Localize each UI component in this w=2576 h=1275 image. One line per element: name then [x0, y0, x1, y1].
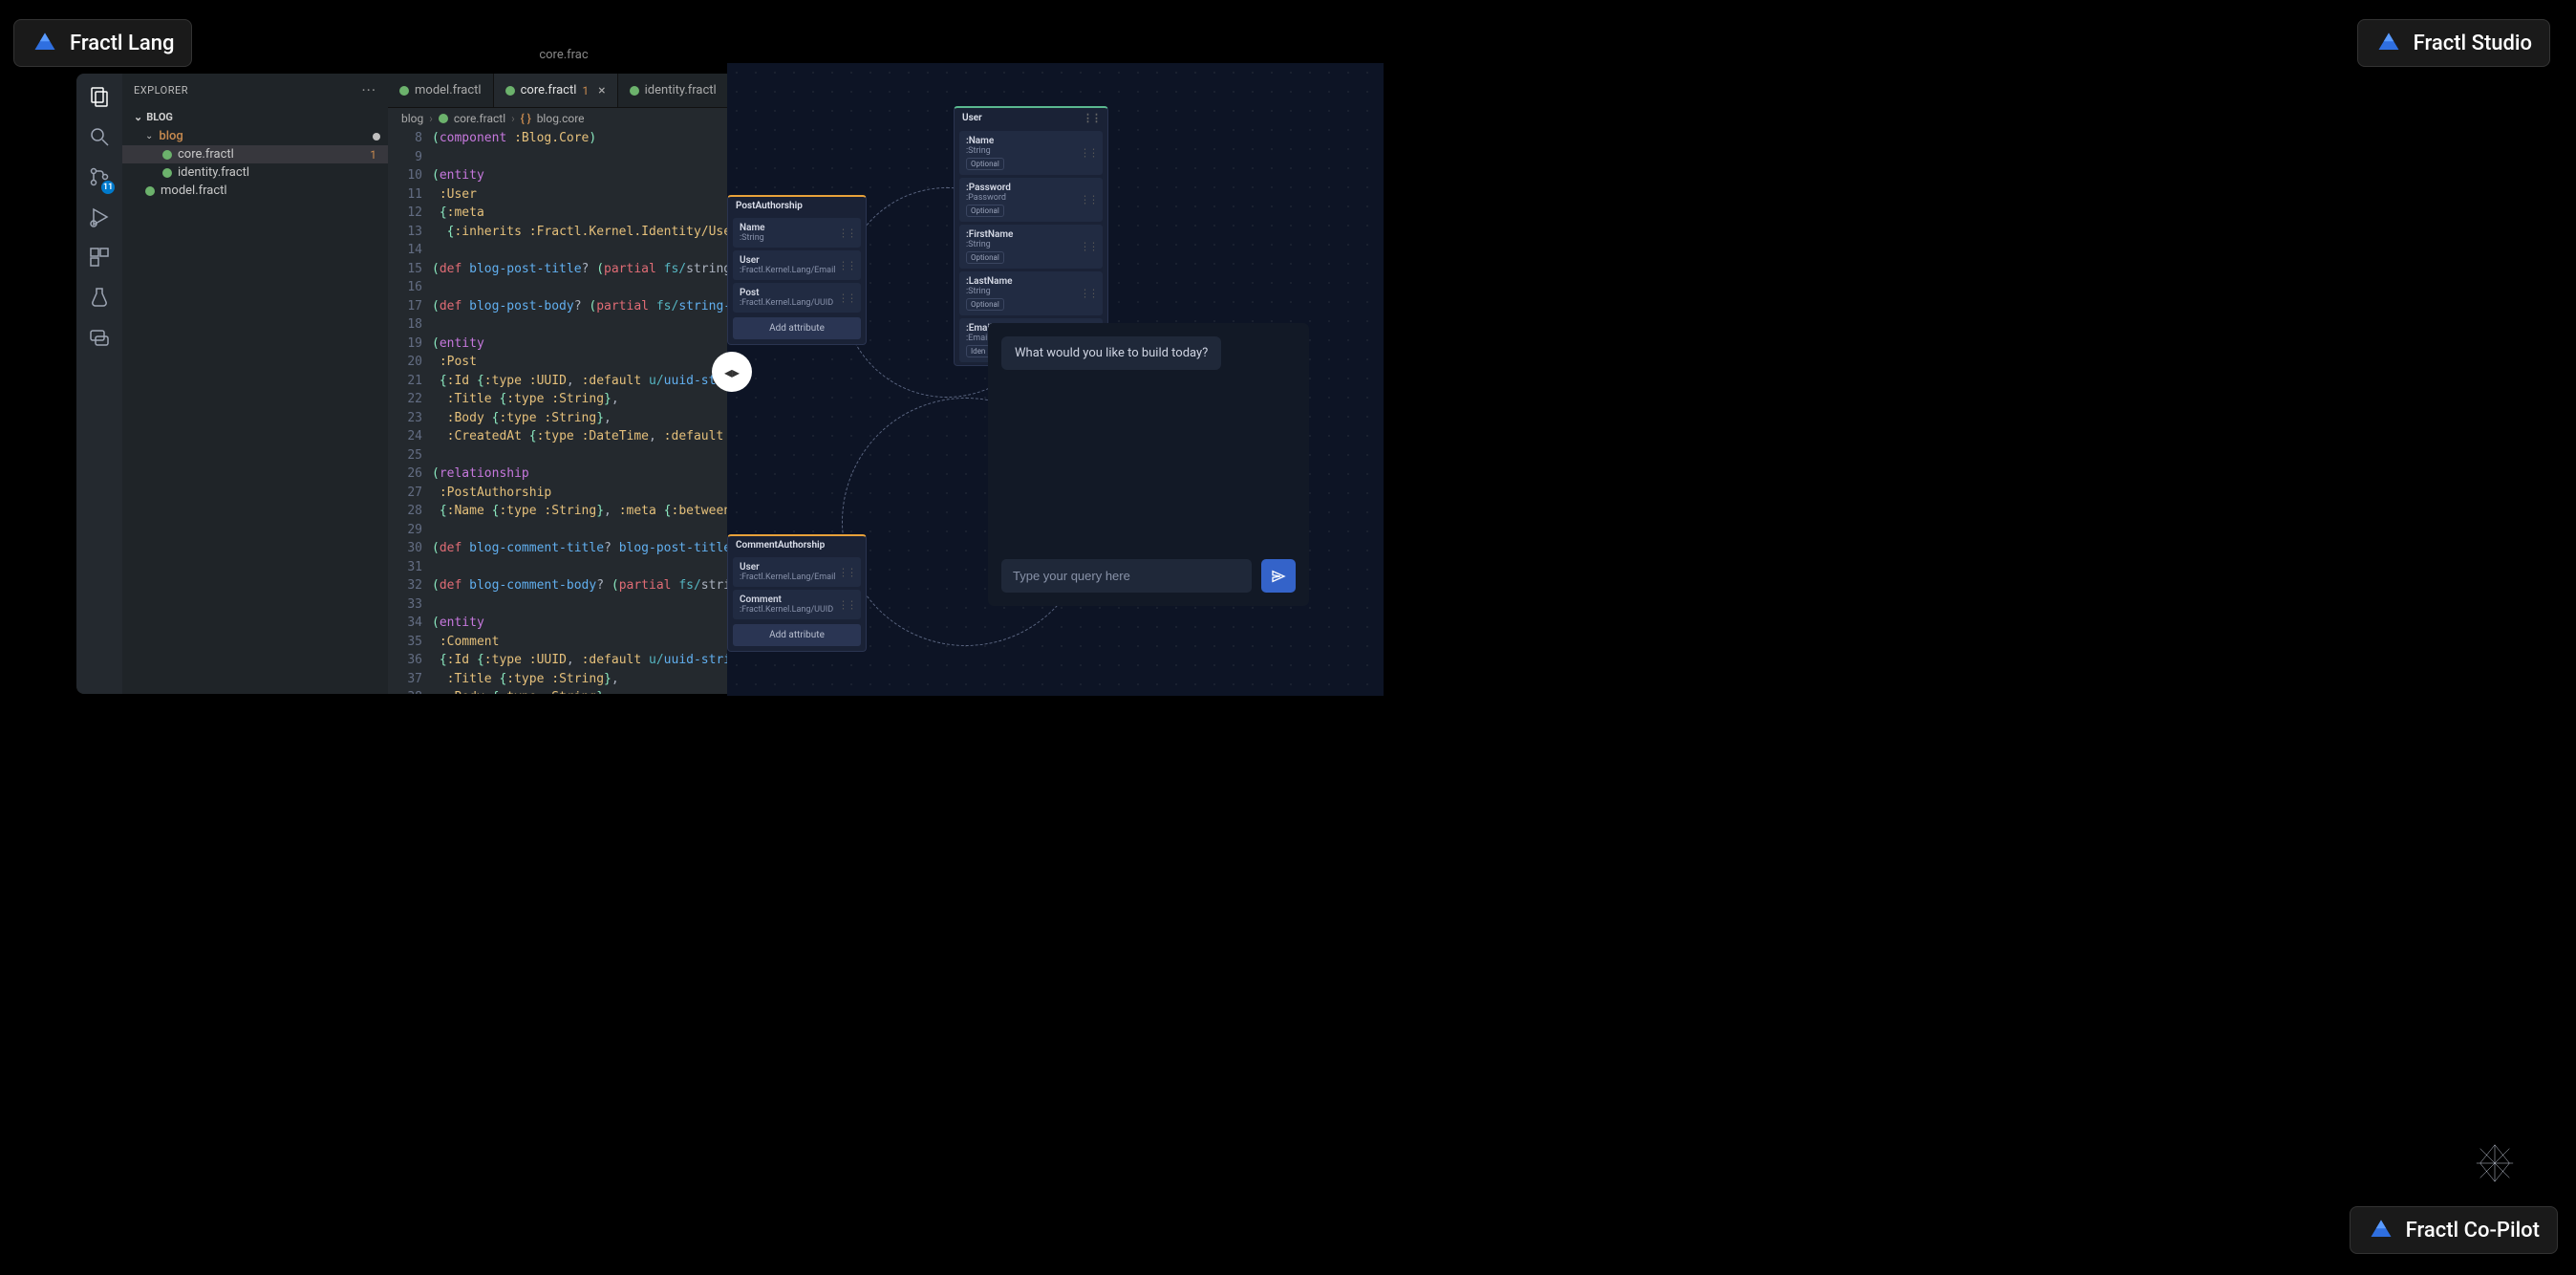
attr-row[interactable]: Post:Fractl.Kernel.Lang/UUID⋮⋮	[733, 283, 861, 313]
drag-icon[interactable]: ⋮⋮	[1083, 112, 1100, 124]
card-post-authorship[interactable]: PostAuthorship Name:String⋮⋮ User:Fractl…	[727, 195, 867, 345]
chat-send-button[interactable]	[1261, 559, 1296, 593]
extensions-icon[interactable]	[86, 244, 113, 270]
explorer-title: EXPLORER	[134, 84, 188, 97]
tree-file-core[interactable]: core.fractl 1	[122, 145, 388, 163]
drag-icon[interactable]: ⋮⋮	[838, 566, 855, 578]
split-arrows-icon: ◂▸	[724, 363, 740, 381]
drag-icon[interactable]: ⋮⋮	[838, 292, 855, 304]
workspace-name: BLOG	[146, 111, 173, 123]
add-attribute-button[interactable]: Add attribute	[733, 624, 861, 646]
fractl-logo-icon	[32, 30, 58, 56]
file-icon	[505, 86, 515, 96]
tree-file-model[interactable]: model.fractl	[122, 182, 388, 200]
chevron-down-icon: ⌄	[145, 131, 153, 141]
tab-core[interactable]: core.fractl1×	[494, 74, 618, 107]
search-icon[interactable]	[86, 123, 113, 150]
file-icon	[162, 168, 172, 178]
tree-folder-blog[interactable]: ⌄ blog	[122, 127, 388, 145]
send-icon	[1271, 569, 1286, 584]
tab-identity[interactable]: identity.fractl	[618, 74, 729, 107]
namespace-icon: { }	[521, 112, 531, 125]
label-fractl-studio: Fractl Studio	[2357, 19, 2550, 67]
explorer-icon[interactable]	[86, 83, 113, 110]
activity-bar: 11	[76, 74, 122, 694]
tree-file-identity[interactable]: identity.fractl	[122, 163, 388, 182]
run-debug-icon[interactable]	[86, 204, 113, 230]
attr-row[interactable]: :FirstName:StringOptional⋮⋮	[959, 225, 1103, 269]
copilot-chat-panel: What would you like to build today?	[988, 323, 1309, 606]
drag-icon[interactable]: ⋮⋮	[838, 259, 855, 271]
attr-row[interactable]: Comment:Fractl.Kernel.Lang/UUID⋮⋮	[733, 590, 861, 619]
close-icon[interactable]: ×	[598, 83, 605, 98]
label-fractl-copilot: Fractl Co-Pilot	[2350, 1206, 2558, 1254]
chat-input[interactable]	[1001, 559, 1252, 593]
file-icon	[439, 114, 448, 123]
file-icon	[162, 150, 172, 160]
drag-icon[interactable]: ⋮⋮	[1080, 288, 1097, 300]
attr-row[interactable]: :Name:StringOptional⋮⋮	[959, 131, 1103, 175]
add-attribute-button[interactable]: Add attribute	[733, 317, 861, 339]
drag-icon[interactable]: ⋮⋮	[1080, 241, 1097, 253]
chat-icon[interactable]	[86, 324, 113, 351]
drag-icon[interactable]: ⋮⋮	[838, 227, 855, 239]
window-title: core.frac	[401, 48, 726, 62]
file-tree: ⌄ blog core.fractl 1 identity.fractl mod…	[122, 127, 388, 200]
pane-splitter-handle[interactable]: ◂▸	[712, 352, 752, 392]
explorer-sidebar: EXPLORER ··· ⌄ BLOG ⌄ blog core.fractl 1 …	[122, 74, 388, 694]
source-control-icon[interactable]: 11	[86, 163, 113, 190]
explorer-more-icon[interactable]: ···	[361, 81, 376, 99]
drag-icon[interactable]: ⋮⋮	[1080, 147, 1097, 160]
fractl-logo-icon	[2368, 1217, 2394, 1243]
attr-row[interactable]: User:Fractl.Kernel.Lang/Email⋮⋮	[733, 557, 861, 587]
drag-icon[interactable]: ⋮⋮	[1080, 194, 1097, 206]
drag-icon[interactable]: ⋮⋮	[838, 598, 855, 611]
label-fractl-lang: Fractl Lang	[13, 19, 192, 67]
attr-row[interactable]: Name:String⋮⋮	[733, 218, 861, 248]
line-gutter: 8910111213141516171819202122232425262728…	[388, 129, 432, 694]
card-comment-authorship[interactable]: CommentAuthorship User:Fractl.Kernel.Lan…	[727, 534, 867, 652]
ai-sparkle-icon[interactable]	[2473, 1141, 2517, 1185]
test-icon[interactable]	[86, 284, 113, 311]
attr-row[interactable]: :Password:PasswordOptional⋮⋮	[959, 178, 1103, 222]
fractl-logo-icon	[2375, 30, 2402, 56]
file-icon	[145, 186, 155, 196]
modified-dot-icon	[373, 133, 380, 140]
attr-row[interactable]: :LastName:StringOptional⋮⋮	[959, 271, 1103, 315]
attr-row[interactable]: User:Fractl.Kernel.Lang/Email⋮⋮	[733, 250, 861, 280]
file-icon	[630, 86, 639, 96]
chevron-down-icon[interactable]: ⌄	[134, 111, 142, 123]
chat-prompt-message: What would you like to build today?	[1001, 336, 1221, 370]
tab-model[interactable]: model.fractl	[388, 74, 494, 107]
scm-badge: 11	[101, 181, 115, 194]
file-icon	[399, 86, 409, 96]
